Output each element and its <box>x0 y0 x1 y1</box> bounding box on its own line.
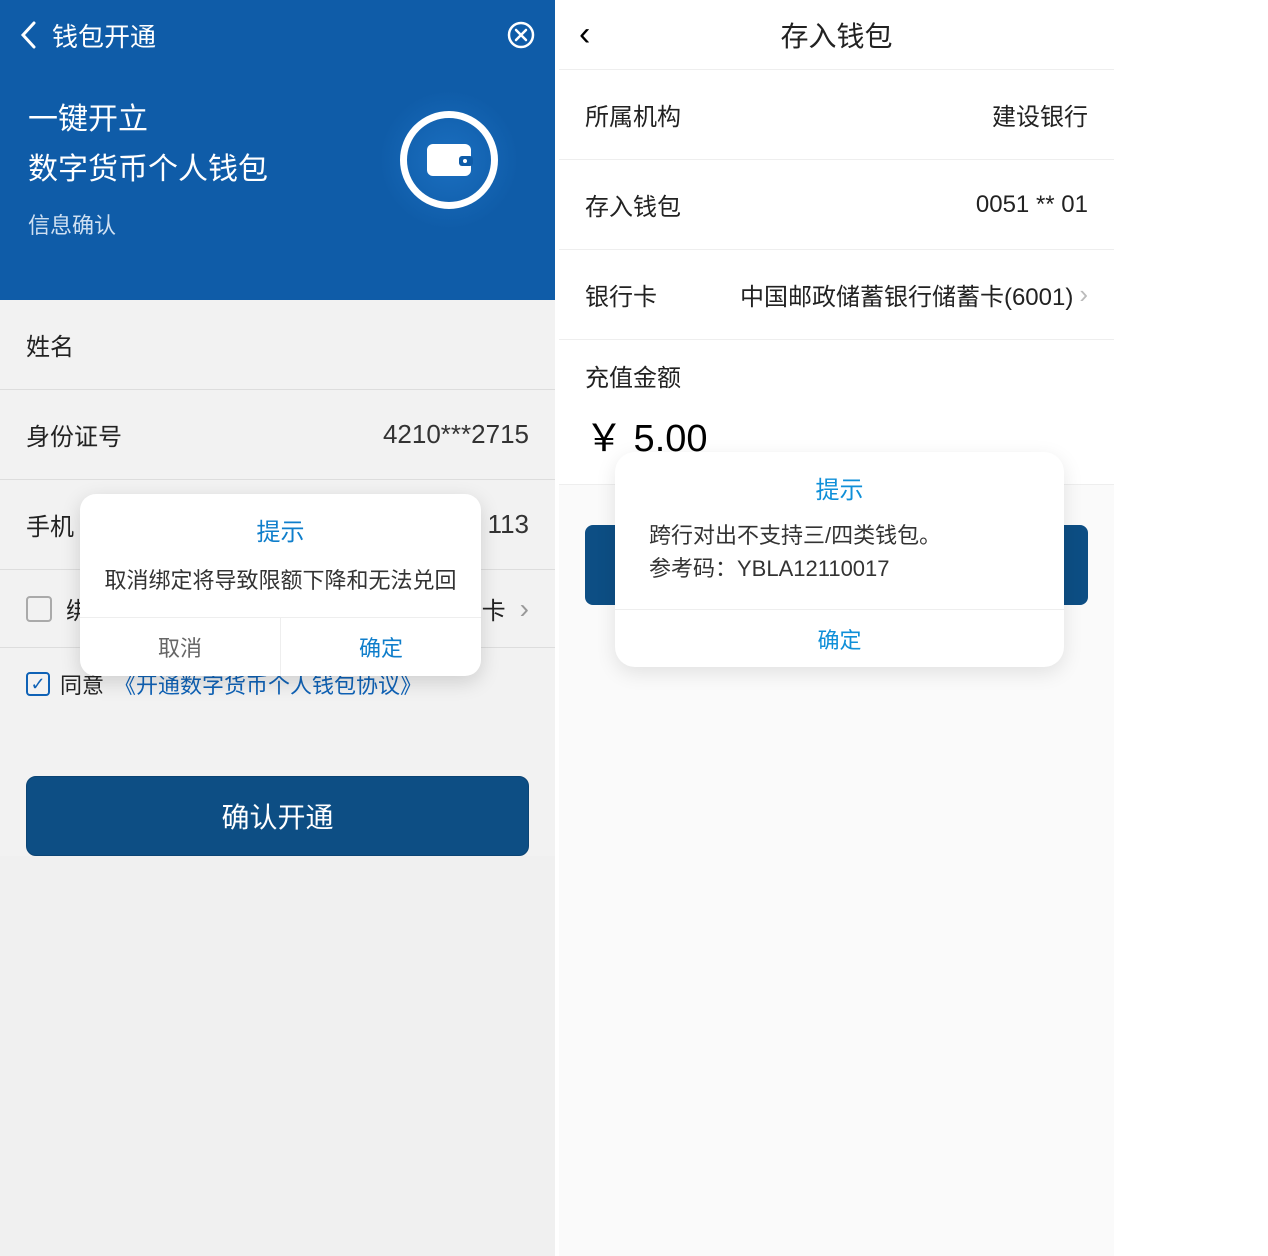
label-id: 身份证号 <box>26 417 122 452</box>
row-name[interactable]: 姓名 <box>0 300 555 390</box>
checkbox-bind[interactable] <box>26 596 52 622</box>
dialog-buttons: 取消 确定 <box>80 617 481 676</box>
ok-button[interactable]: 确定 <box>615 609 1064 667</box>
close-icon[interactable] <box>507 21 535 49</box>
chevron-right-icon: › <box>1079 279 1088 310</box>
info-rows: 所属机构 建设银行 存入钱包 0051 ** 01 银行卡 中国邮政储蓄银行储蓄… <box>559 70 1114 340</box>
label-bind-tail: 卡 <box>482 591 506 626</box>
row-id[interactable]: 身份证号 4210***2715 <box>0 390 555 480</box>
wallet-icon <box>379 90 519 230</box>
hero: 一键开立 数字货币个人钱包 信息确认 <box>0 70 555 300</box>
label-bank-card: 银行卡 <box>585 277 657 312</box>
label-name: 姓名 <box>26 327 74 362</box>
checkbox-agree[interactable]: ✓ <box>26 672 50 696</box>
value-bank-card: 中国邮政储蓄银行储蓄卡(6001) <box>740 277 1073 312</box>
dialog-message: 取消绑定将导致限额下降和无法兑回 <box>80 559 481 617</box>
dialog-title: 提示 <box>80 494 481 559</box>
dialog-unbind-warning: 提示 取消绑定将导致限额下降和无法兑回 取消 确定 <box>80 494 481 676</box>
cancel-button[interactable]: 取消 <box>80 618 281 676</box>
label-wallet: 存入钱包 <box>585 187 681 222</box>
chevron-right-icon: › <box>520 593 529 625</box>
topbar-title: 钱包开通 <box>52 17 507 54</box>
row-wallet[interactable]: 存入钱包 0051 ** 01 <box>559 160 1114 250</box>
screen-wallet-open: 钱包开通 一键开立 数字货币个人钱包 信息确认 姓名 身份证号 4210***2… <box>0 0 555 1256</box>
value-id: 4210***2715 <box>383 419 529 450</box>
ok-button[interactable]: 确定 <box>281 618 481 676</box>
dialog-line1: 跨行对出不支持三/四类钱包。 <box>649 519 1030 552</box>
value-org: 建设银行 <box>992 97 1088 132</box>
back-icon[interactable]: ‹ <box>579 15 590 54</box>
dialog-body: 跨行对出不支持三/四类钱包。 参考码：YBLA12110017 <box>615 515 1064 609</box>
row-org[interactable]: 所属机构 建设银行 <box>559 70 1114 160</box>
topbar-title: 存入钱包 <box>780 15 892 55</box>
dialog-line2: 参考码：YBLA12110017 <box>649 552 1030 585</box>
topbar: 钱包开通 <box>0 0 555 70</box>
screen-deposit: ‹ 存入钱包 所属机构 建设银行 存入钱包 0051 ** 01 银行卡 中国邮… <box>559 0 1114 1256</box>
label-org: 所属机构 <box>585 97 681 132</box>
back-icon[interactable] <box>20 21 36 49</box>
label-amount: 充值金额 <box>559 340 1114 401</box>
dialog-error: 提示 跨行对出不支持三/四类钱包。 参考码：YBLA12110017 确定 <box>615 452 1064 667</box>
topbar: ‹ 存入钱包 <box>559 0 1114 70</box>
value-wallet: 0051 ** 01 <box>976 191 1088 219</box>
value-phone: 113 <box>488 509 529 540</box>
confirm-open-button[interactable]: 确认开通 <box>26 776 529 856</box>
dialog-title: 提示 <box>615 452 1064 515</box>
label-phone: 手机 <box>26 507 74 542</box>
row-bank-card[interactable]: 银行卡 中国邮政储蓄银行储蓄卡(6001) › <box>559 250 1114 340</box>
